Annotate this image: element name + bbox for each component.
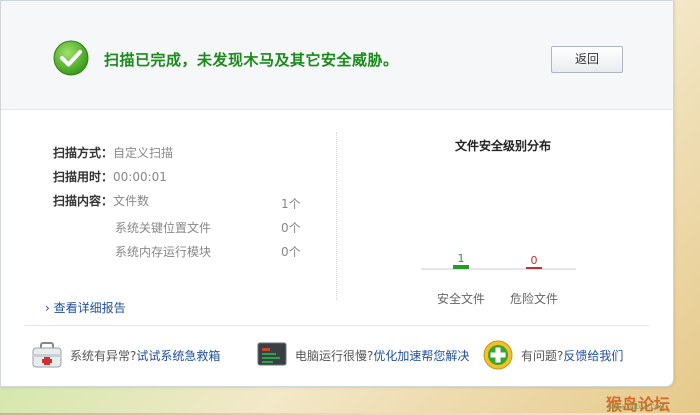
scan-result-panel: 扫描已完成，未发现木马及其它安全威胁。 返回 扫描方式：自定义扫描 扫描用时：0… xyxy=(0,0,674,387)
scan-item-name: 文件数 xyxy=(113,194,150,208)
detail-link-label: 查看详细报告 xyxy=(53,301,126,315)
chevron-right-icon: › xyxy=(45,301,50,315)
scan-item-name: 系统关键位置文件 xyxy=(115,221,212,235)
scan-item-count: 1个 xyxy=(281,197,301,211)
feedback-link[interactable]: 反馈给我们 xyxy=(563,347,623,364)
success-check-icon xyxy=(53,40,89,76)
scan-time-row: 扫描用时：00:00:01 xyxy=(53,168,167,186)
first-aid-link[interactable]: 试试系统急救箱 xyxy=(136,347,220,364)
footer-feedback: 有问题? 反馈给我们 xyxy=(483,340,623,370)
footer-question-text: 电脑运行很慢? xyxy=(295,348,374,363)
scan-time-label: 扫描用时： xyxy=(53,170,114,184)
speedup-link[interactable]: 优化加速帮您解决 xyxy=(373,347,469,364)
footer-speedup: 电脑运行很慢? 优化加速帮您解决 xyxy=(257,341,469,369)
forum-watermark-url: BBS.HOUDAO.COM xyxy=(608,404,665,411)
forum-watermark: 猴岛论坛 xyxy=(606,395,671,414)
footer-divider xyxy=(25,325,649,326)
back-button[interactable]: 返回 xyxy=(551,46,623,73)
view-detail-report-link[interactable]: › 查看详细报告 xyxy=(45,299,126,316)
scan-item-count: 0个 xyxy=(281,245,301,259)
footer-question-text: 系统有异常? xyxy=(70,348,137,363)
scan-complete-message: 扫描已完成，未发现木马及其它安全威胁。 xyxy=(104,51,399,69)
scan-method-row: 扫描方式：自定义扫描 xyxy=(53,144,173,162)
result-header: 扫描已完成，未发现木马及其它安全威胁。 返回 xyxy=(1,1,673,110)
footer-first-aid: 系统有异常? 试试系统急救箱 xyxy=(31,341,220,369)
feedback-plus-icon xyxy=(483,340,513,370)
chart-data-label: 1 xyxy=(458,252,465,265)
scan-content-row: 扫描内容：文件数 xyxy=(53,192,149,210)
scan-method-value: 自定义扫描 xyxy=(113,146,174,160)
chart-category-label: 安全文件 xyxy=(437,291,485,306)
chart-data-label: 0 xyxy=(531,254,538,267)
column-divider xyxy=(336,132,337,300)
footer-question-text: 有问题? xyxy=(521,348,564,363)
scan-content-label: 扫描内容： xyxy=(53,194,114,208)
file-safety-chart: 1 安全文件 0 危险文件 xyxy=(421,252,576,306)
scan-item-name: 系统内存运行模块 xyxy=(115,245,212,259)
chart-category-label: 危险文件 xyxy=(510,291,558,306)
computer-screen-icon xyxy=(257,342,287,366)
chart-bar xyxy=(453,265,469,269)
chart-title: 文件安全级别分布 xyxy=(454,139,551,153)
scan-item-count: 0个 xyxy=(281,221,301,235)
chart-bar xyxy=(526,267,542,269)
scan-time-value: 00:00:01 xyxy=(113,170,167,184)
scan-method-label: 扫描方式： xyxy=(53,146,114,160)
first-aid-kit-icon xyxy=(32,342,62,368)
